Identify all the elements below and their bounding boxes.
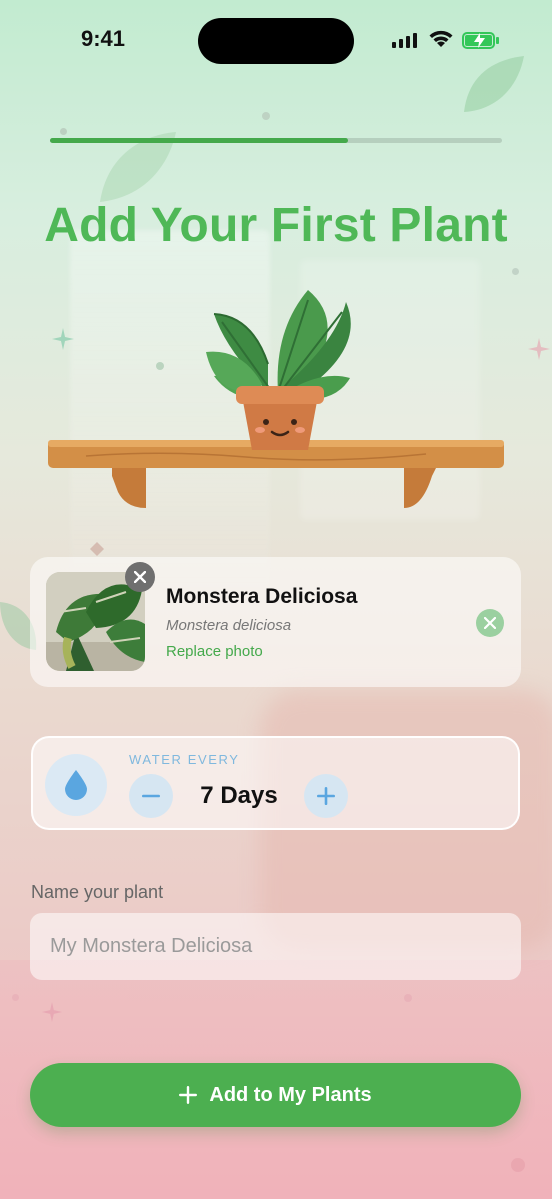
plant-scientific-name: Monstera deliciosa	[166, 617, 292, 634]
water-interval-value: 7 Days	[200, 782, 278, 809]
status-time: 9:41	[81, 26, 126, 51]
selected-plant-card: Monstera Deliciosa Monstera deliciosa Re…	[30, 557, 521, 687]
onboarding-progress-bar	[50, 138, 502, 143]
decrease-days-button[interactable]	[129, 774, 173, 818]
dot-decoration	[512, 268, 519, 275]
battery-icon	[462, 32, 495, 49]
plant-nickname-input[interactable]	[30, 913, 521, 980]
water-drop-badge	[45, 754, 107, 816]
dot-decoration	[404, 994, 412, 1002]
replace-photo-link[interactable]: Replace photo	[166, 643, 263, 660]
dynamic-island	[198, 18, 354, 64]
dot-decoration	[12, 994, 19, 1001]
page-title: Add Your First Plant	[44, 199, 508, 252]
sparkle-icon	[528, 338, 550, 360]
progress-fill	[50, 138, 349, 143]
close-icon	[484, 617, 496, 629]
close-icon	[134, 571, 146, 583]
sparkle-icon	[90, 542, 104, 556]
plus-icon	[179, 1086, 198, 1104]
water-drop-icon	[65, 770, 87, 800]
clear-selection-button[interactable]	[476, 609, 504, 637]
wifi-icon	[429, 30, 453, 47]
dot-decoration	[511, 1158, 525, 1172]
leaf-decoration-icon	[464, 56, 524, 112]
remove-photo-button[interactable]	[125, 562, 155, 592]
dot-decoration	[60, 128, 67, 135]
name-field-label: Name your plant	[31, 882, 164, 902]
sparkle-icon	[42, 1002, 62, 1022]
water-every-label: WATER EVERY	[129, 752, 240, 767]
minus-icon	[142, 794, 160, 798]
increase-days-button[interactable]	[304, 774, 348, 818]
battery-nub	[496, 37, 499, 44]
plus-icon	[317, 787, 335, 805]
watering-frequency-card: WATER EVERY 7 Days	[31, 736, 520, 830]
plant-shelf-illustration	[48, 290, 504, 508]
add-button-label: Add to My Plants	[209, 1083, 372, 1106]
cellular-signal-icon	[392, 33, 417, 48]
plant-common-name: Monstera Deliciosa	[166, 585, 358, 608]
dot-decoration	[262, 112, 270, 120]
add-to-my-plants-button[interactable]: Add to My Plants	[30, 1063, 521, 1127]
